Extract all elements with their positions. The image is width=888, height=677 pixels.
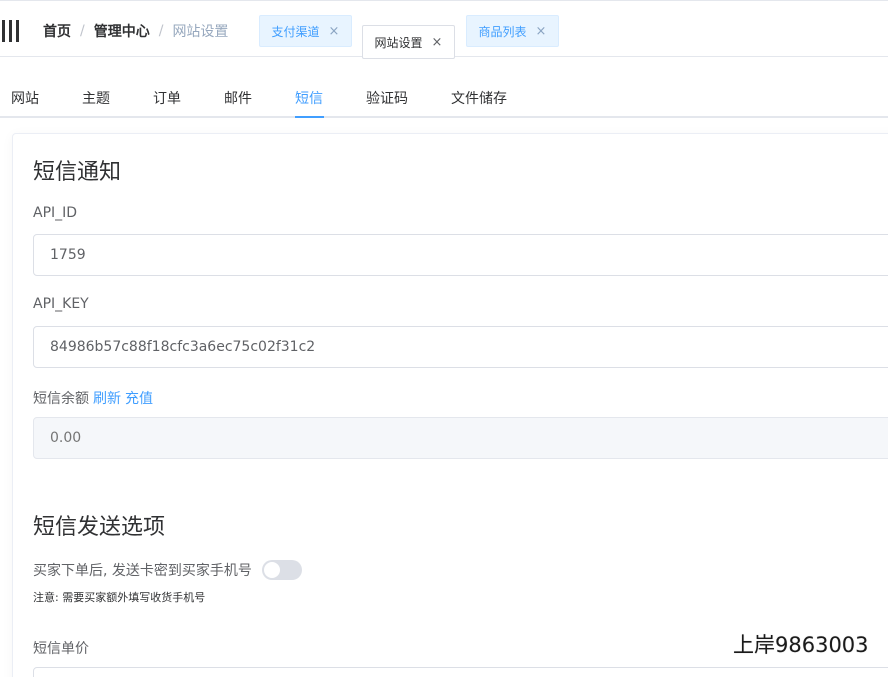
breadcrumb-admin-center[interactable]: 管理中心 [94, 21, 150, 41]
close-icon[interactable]: × [536, 24, 547, 39]
tag-product-list[interactable]: 商品列表 × [466, 15, 559, 47]
sms-notify-title: 短信通知 [33, 160, 122, 185]
sms-send-options-title: 短信发送选项 [33, 515, 166, 540]
tab-website[interactable]: 网站 [11, 88, 39, 108]
sms-unit-price-input[interactable] [33, 667, 888, 677]
tag-site-settings[interactable]: 网站设置 × [362, 25, 455, 59]
sms-balance-input [33, 417, 888, 459]
tab-orders[interactable]: 订单 [153, 88, 181, 108]
sms-unit-price-label: 短信单价 [33, 641, 89, 657]
api-key-label: API_KEY [33, 296, 89, 312]
breadcrumb-separator: / [80, 23, 85, 39]
refresh-link[interactable]: 刷新 [93, 391, 121, 407]
tab-mail[interactable]: 邮件 [224, 88, 252, 108]
close-icon[interactable]: × [329, 24, 340, 39]
settings-tabs: 网站 主题 订单 邮件 短信 验证码 文件储存 [0, 58, 888, 118]
send-card-switch-label: 买家下单后, 发送卡密到买家手机号 [33, 563, 252, 579]
api-id-label: API_ID [33, 205, 78, 221]
api-key-input[interactable] [33, 326, 888, 368]
close-icon[interactable]: × [432, 35, 443, 50]
breadcrumb-home[interactable]: 首页 [43, 21, 71, 41]
api-id-input[interactable] [33, 234, 888, 276]
tag-payment-channel[interactable]: 支付渠道 × [259, 15, 352, 47]
tag-label: 支付渠道 [271, 24, 320, 39]
tag-label: 网站设置 [374, 35, 423, 50]
send-card-switch-row: 买家下单后, 发送卡密到买家手机号 [33, 559, 302, 581]
breadcrumb-separator: / [158, 23, 164, 39]
active-tab-indicator [295, 116, 324, 118]
tab-theme[interactable]: 主题 [82, 88, 110, 108]
tab-sms[interactable]: 短信 [295, 88, 323, 108]
tab-captcha[interactable]: 验证码 [366, 88, 408, 108]
sms-balance-label: 短信余额 [33, 391, 89, 407]
toggle-knob [263, 562, 280, 578]
watermark-text: 上岸9863003 [733, 633, 869, 657]
sms-balance-row: 短信余额 刷新 充值 [33, 388, 153, 408]
tag-label: 商品列表 [478, 24, 527, 39]
recharge-link[interactable]: 充值 [125, 391, 153, 407]
breadcrumb-current: 网站设置 [172, 24, 229, 40]
phone-requirement-note: 注意: 需要买家额外填写收货手机号 [33, 591, 206, 604]
breadcrumb: 首页 / 管理中心 / 网站设置 [43, 21, 228, 41]
send-card-toggle[interactable] [261, 560, 302, 580]
top-navbar: 首页 / 管理中心 / 网站设置 支付渠道 × 网站设置 × 商品列表 × [0, 0, 888, 59]
hamburger-menu-icon[interactable] [2, 20, 20, 42]
tab-file-storage[interactable]: 文件储存 [451, 88, 507, 108]
